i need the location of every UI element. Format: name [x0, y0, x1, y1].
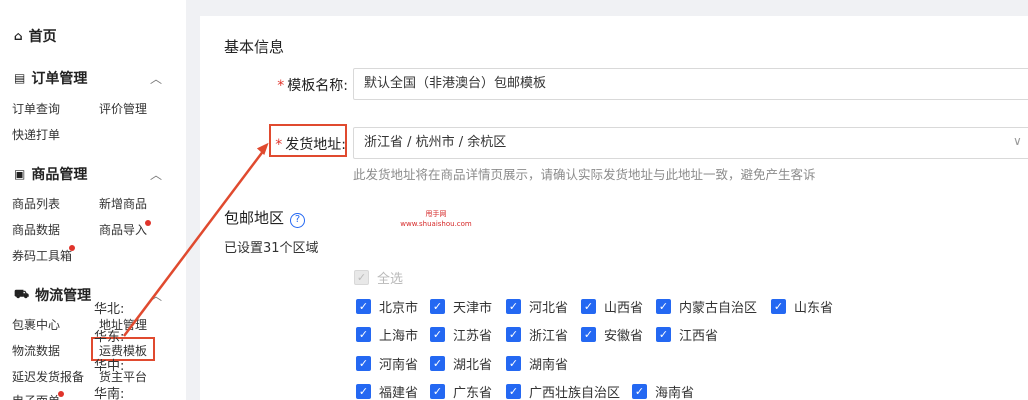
- annotation-arrow: [123, 142, 269, 337]
